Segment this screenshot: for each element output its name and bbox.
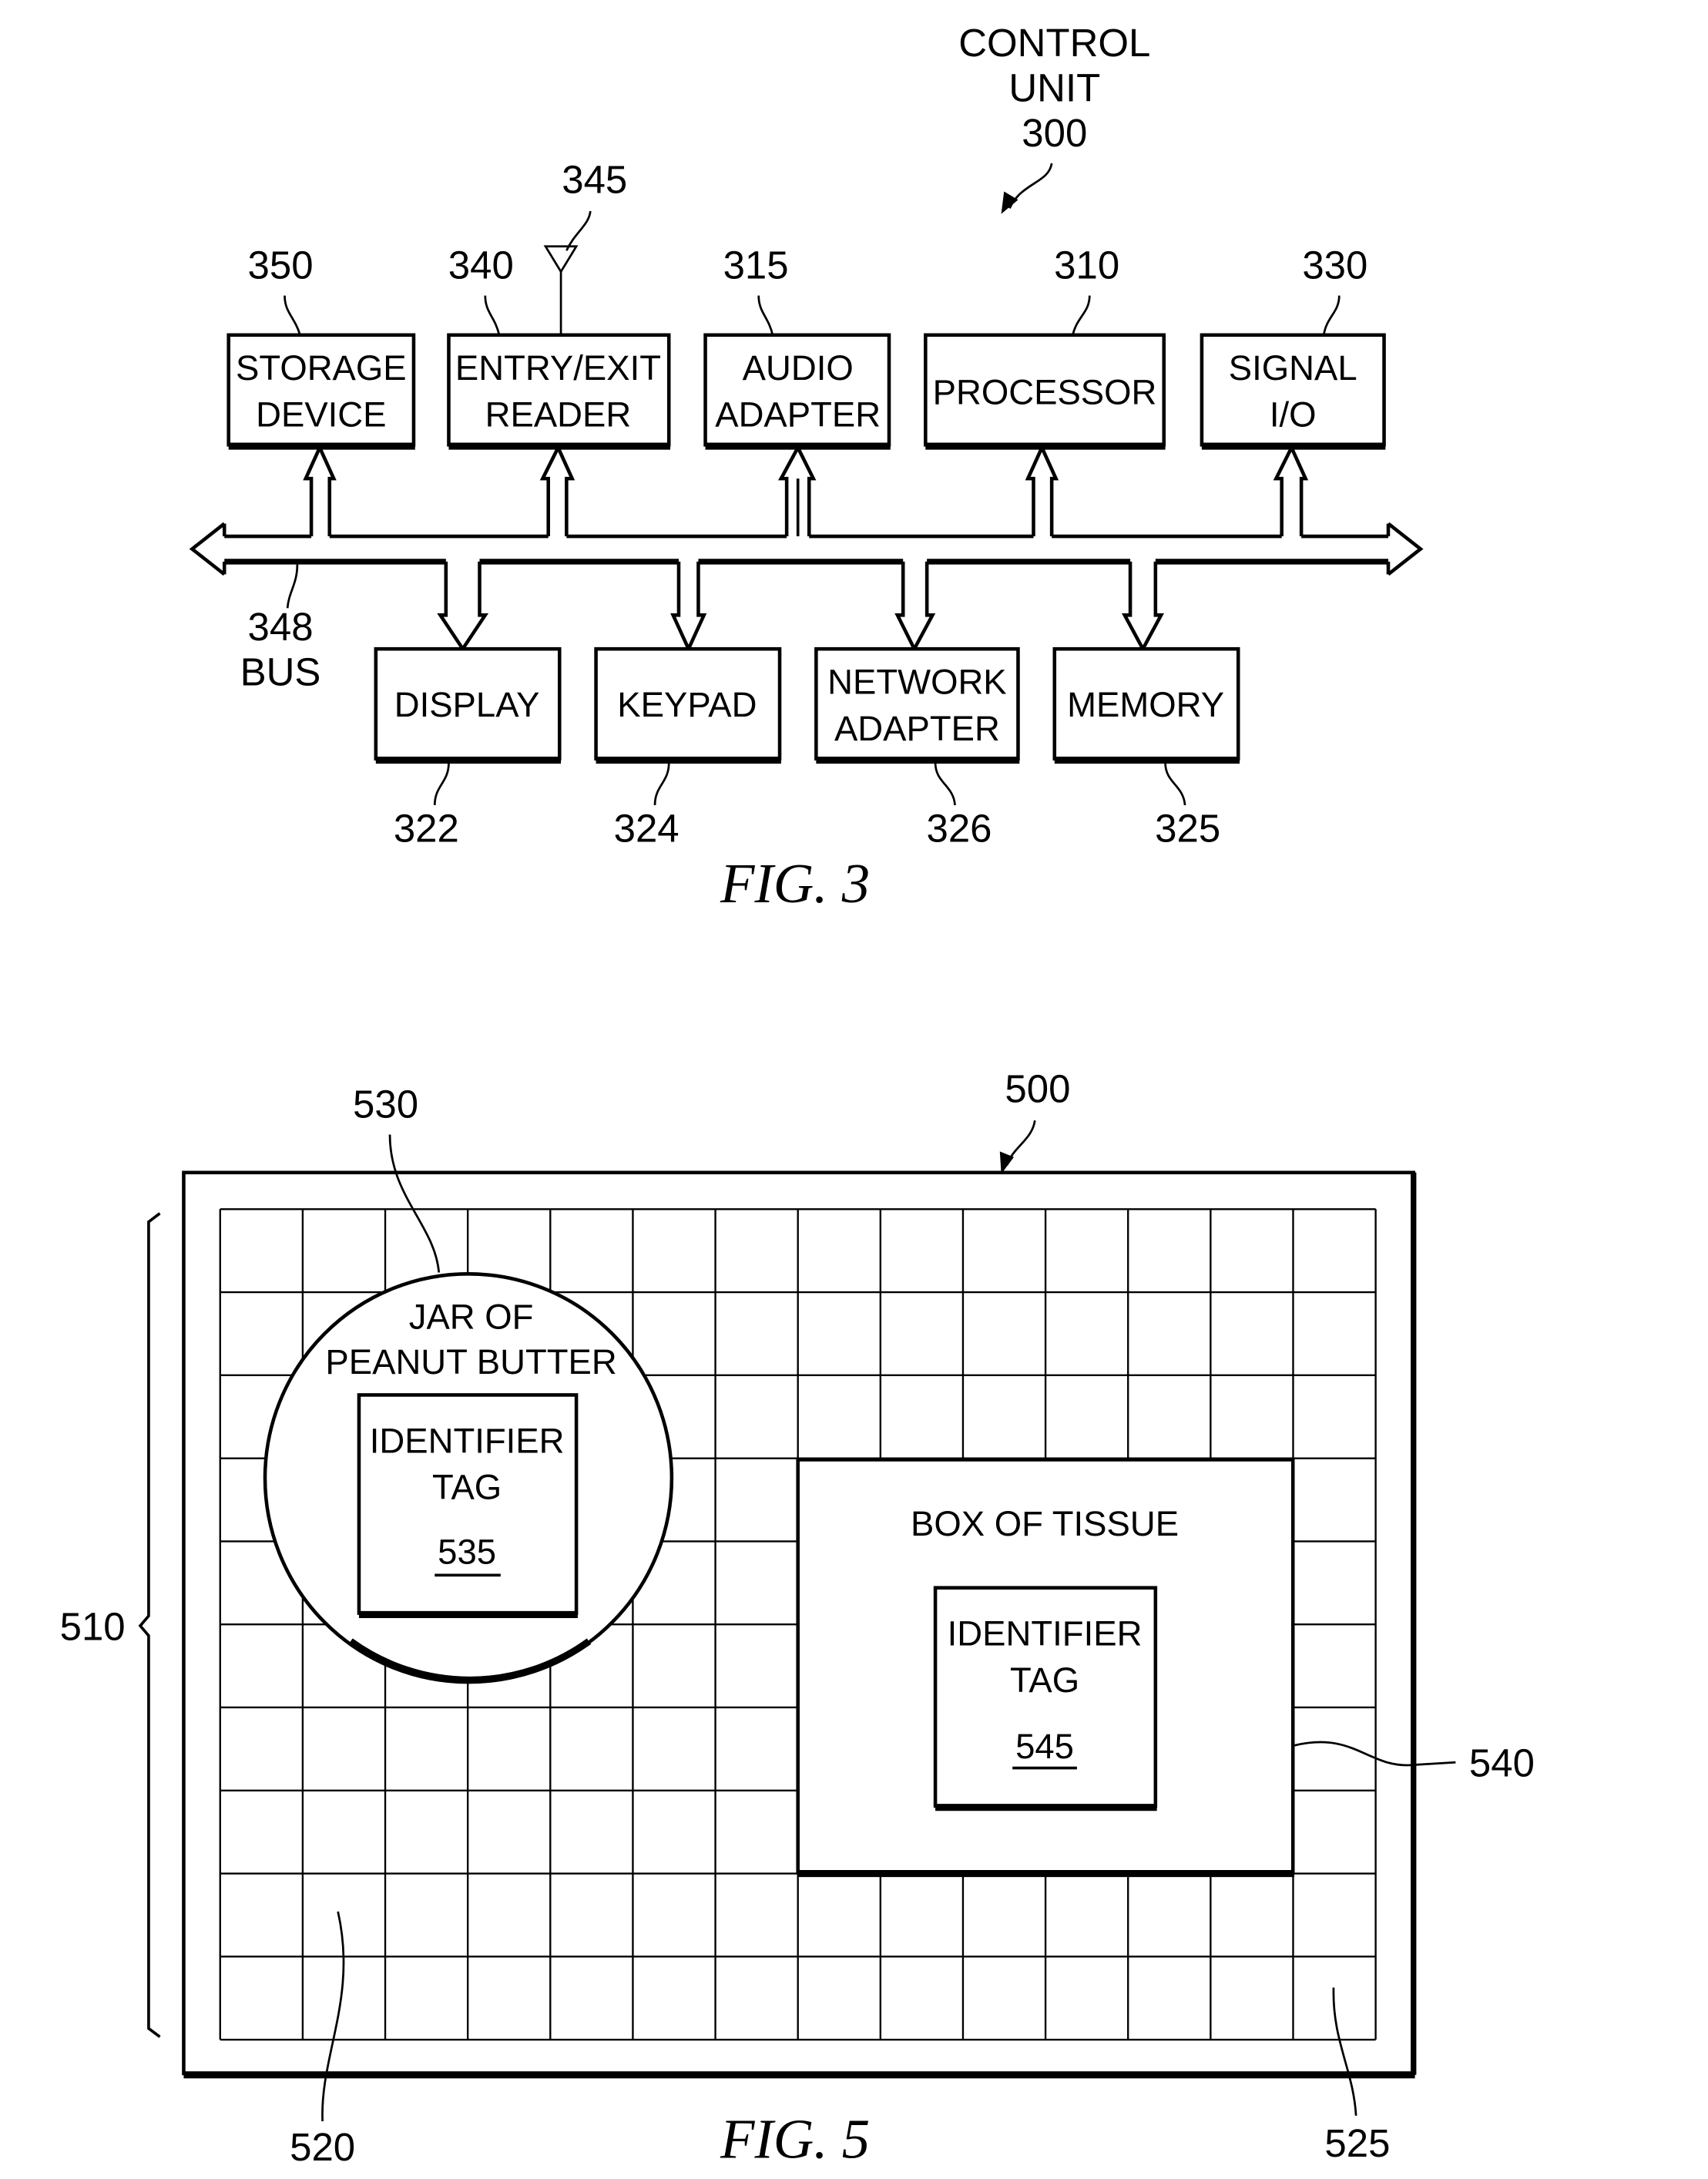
control-unit-arrowhead-icon (1001, 191, 1018, 214)
memory-label: MEMORY (1067, 685, 1224, 724)
patent-drawing-sheet: CONTROL UNIT 300 345 350 STORAGE DEVICE … (60, 21, 1535, 2171)
figure-3-caption: FIG. 3 (720, 852, 870, 915)
entry-exit-label-2: READER (485, 395, 632, 434)
bus-right-arrowhead-icon (1387, 522, 1424, 576)
audio-adapter-label-2: ADAPTER (715, 395, 881, 434)
ref-540: 540 (1469, 1741, 1535, 1784)
processor-label: PROCESSOR (933, 372, 1157, 411)
down-arrow-network-icon (894, 561, 936, 653)
figure-3: CONTROL UNIT 300 345 350 STORAGE DEVICE … (189, 21, 1424, 915)
network-adapter-label-2: ADAPTER (834, 709, 1000, 748)
block-network-adapter: NETWORK ADAPTER 326 (814, 646, 1020, 850)
keypad-label: KEYPAD (617, 685, 757, 724)
down-arrow-keypad-icon (670, 561, 707, 653)
signal-io-label-1: SIGNAL (1229, 348, 1357, 388)
ref-520: 520 (290, 2125, 355, 2169)
bus-ref: 348 (248, 605, 314, 649)
block-memory: MEMORY 325 (1052, 646, 1240, 850)
leader-330 (1322, 295, 1341, 336)
control-unit-label-line2: UNIT (1008, 65, 1100, 109)
network-adapter-label-1: NETWORK (827, 663, 1007, 702)
tissue-tag-label-1: IDENTIFIER (948, 1614, 1143, 1654)
leader-326 (934, 763, 956, 806)
figure-5-caption: FIG. 5 (720, 2107, 870, 2170)
ref-325: 325 (1155, 806, 1220, 850)
ref-340: 340 (448, 243, 514, 287)
down-arrow-display-icon (437, 561, 489, 653)
ref-500: 500 (1005, 1066, 1070, 1110)
tissue-tag-ref: 545 (1015, 1727, 1074, 1766)
ref-315: 315 (723, 243, 789, 287)
ref-510: 510 (60, 1604, 126, 1648)
bus-label: BUS (240, 650, 321, 694)
bus-up-connectors (303, 443, 1309, 537)
leader-340 (484, 295, 501, 336)
ref-326: 326 (927, 806, 992, 850)
up-arrow-processor-icon (1025, 443, 1059, 537)
tissue-box-label: BOX OF TISSUE (911, 1504, 1179, 1543)
jar-tag-label-2: TAG (432, 1468, 502, 1507)
leader-325 (1164, 763, 1186, 806)
jar-tag-label-1: IDENTIFIER (370, 1421, 565, 1460)
block-storage-device: 350 STORAGE DEVICE (227, 243, 416, 450)
jar-label-1: JAR OF (409, 1297, 534, 1336)
jar-tag-ref: 535 (438, 1533, 496, 1572)
bus-down-connectors (437, 561, 1164, 653)
storage-device-label-2: DEVICE (256, 395, 386, 434)
leader-324 (653, 763, 670, 806)
block-display: DISPLAY 322 (374, 646, 562, 850)
bus-left-arrowhead-icon (189, 522, 226, 576)
bracket-510 (138, 1212, 161, 2038)
leader-350 (284, 295, 301, 336)
leader-322 (433, 763, 450, 806)
ref-322: 322 (394, 806, 459, 850)
display-label: DISPLAY (394, 685, 540, 724)
entry-exit-label-1: ENTRY/EXIT (455, 348, 661, 388)
block-processor: 310 PROCESSOR (924, 243, 1166, 450)
tissue-tag-label-2: TAG (1010, 1660, 1079, 1700)
leader-310 (1072, 295, 1091, 336)
ref-324: 324 (614, 806, 680, 850)
block-keypad: KEYPAD 324 (594, 646, 782, 850)
signal-io-label-2: I/O (1270, 395, 1317, 434)
ref-525: 525 (1324, 2121, 1390, 2165)
up-arrow-signal-icon (1273, 443, 1309, 537)
block-entry-exit-reader: 340 ENTRY/EXIT READER (447, 243, 671, 450)
block-audio-adapter: 315 AUDIO ADAPTER (703, 243, 891, 450)
jar-label-2: PEANUT BUTTER (325, 1342, 616, 1382)
box-of-tissue: BOX OF TISSUE IDENTIFIER TAG 545 540 (796, 1458, 1535, 1878)
down-arrow-memory-icon (1121, 561, 1164, 653)
antenna-icon (543, 245, 579, 274)
control-unit-ref: 300 (1022, 111, 1087, 155)
block-signal-io: 330 SIGNAL I/O (1200, 243, 1386, 450)
ref-350: 350 (248, 243, 314, 287)
ref-330: 330 (1302, 243, 1367, 287)
antenna-leader (565, 210, 592, 251)
antenna-ref: 345 (562, 157, 627, 201)
leader-348 (286, 564, 299, 609)
storage-device-label-1: STORAGE (236, 348, 407, 388)
up-arrow-storage-icon (303, 443, 337, 537)
up-arrow-reader-icon (539, 443, 575, 537)
control-unit-label-line1: CONTROL (958, 21, 1150, 65)
leader-315 (757, 295, 774, 336)
ref-310: 310 (1054, 243, 1119, 287)
figure-5: 500 510 JAR OF PEANUT BUTTER IDENTIFIER … (60, 1066, 1535, 2170)
ref-530: 530 (353, 1082, 418, 1126)
audio-adapter-label-1: AUDIO (743, 348, 854, 388)
bus (189, 522, 1424, 576)
